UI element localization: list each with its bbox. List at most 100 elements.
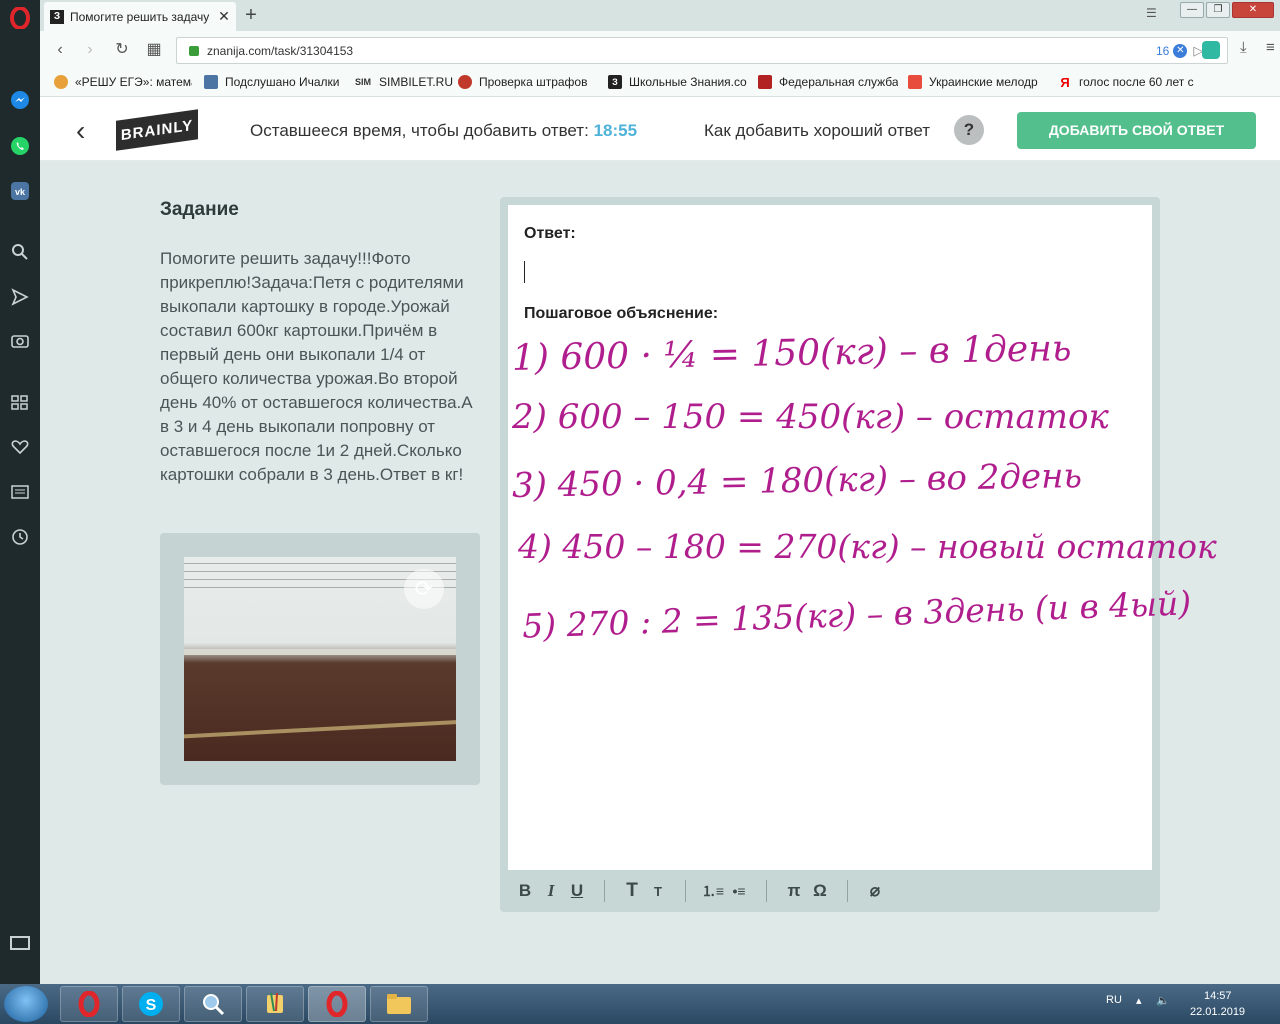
url-text: znanija.com/task/31304153 xyxy=(207,43,354,58)
answer-label: Ответ: xyxy=(524,225,576,242)
how-to-answer-link[interactable]: Как добавить хороший ответ xyxy=(704,121,930,141)
vpn-icon[interactable] xyxy=(1202,41,1220,59)
solution-step-5: 5) 270 : 2 = 135(кг) – в 3день (и в 4ый) xyxy=(521,583,1192,646)
language-indicator[interactable]: RU xyxy=(1106,994,1122,1006)
reload-icon[interactable]: ↻ xyxy=(112,40,132,60)
pi-symbol-button[interactable]: π xyxy=(781,878,807,904)
maximize-button[interactable]: ❐ xyxy=(1206,2,1230,18)
answer-editor[interactable]: Ответ: Пошаговое объяснение: 1) 600 · ¼ … xyxy=(508,205,1217,870)
heart-icon[interactable] xyxy=(8,435,32,459)
download-icon[interactable]: ⤓ xyxy=(1240,39,1247,56)
photo-rod xyxy=(184,718,456,740)
camera-icon[interactable] xyxy=(8,329,32,353)
bookmark-label: SIMBILET.RU xyxy=(379,75,454,89)
opera-logo-icon[interactable] xyxy=(8,6,32,30)
adblock-count: 16 xyxy=(1155,43,1170,58)
whatsapp-icon[interactable] xyxy=(8,134,32,158)
adblock-icon[interactable]: ✕ xyxy=(1173,43,1188,58)
bookmark-item[interactable]: «РЕШУ ЕГЭ»: матема xyxy=(54,75,192,89)
bullet-list-button[interactable]: •≡ xyxy=(726,878,752,904)
minimize-button[interactable]: — xyxy=(1180,2,1204,18)
answer-editor-frame: Ответ: Пошаговое объяснение: 1) 600 · ¼ … xyxy=(500,197,1217,912)
sidebar-toggle-icon[interactable] xyxy=(10,936,30,950)
bold-button[interactable]: B xyxy=(512,878,538,904)
bookmark-item[interactable]: З Школьные Знания.co xyxy=(608,75,748,89)
bookmark-item[interactable]: SIM SIMBILET.RU xyxy=(354,75,454,89)
url-field[interactable]: znanija.com/task/31304153 16 ✕ ▷ ♡ xyxy=(176,37,1228,64)
close-tab-icon[interactable]: ✕ xyxy=(216,8,232,25)
send-icon[interactable] xyxy=(8,285,32,309)
volume-icon[interactable]: 🔈 xyxy=(1156,994,1170,1007)
photo-paper-edge xyxy=(184,649,456,655)
start-button[interactable] xyxy=(4,986,48,1022)
bookmark-label: Подслушано Ичалки xyxy=(225,75,340,89)
editor-toolbar: B I U T T ⒈≡ •≡ π Ω ⌀ xyxy=(500,870,1160,912)
search-icon[interactable] xyxy=(8,240,32,264)
news-icon[interactable] xyxy=(8,480,32,504)
bookmark-item[interactable]: Проверка штрафов xyxy=(458,75,598,89)
reshu-ege-icon xyxy=(54,75,68,89)
forward-icon[interactable]: › xyxy=(80,40,100,60)
help-question-icon[interactable]: ? xyxy=(954,115,984,145)
omega-symbol-button[interactable]: Ω xyxy=(807,878,833,904)
numbered-list-button[interactable]: ⒈≡ xyxy=(700,878,726,904)
clock-date[interactable]: 22.01.2019 xyxy=(1190,1006,1245,1018)
opera-active-taskbar-icon[interactable] xyxy=(308,986,366,1022)
clock-time[interactable]: 14:57 xyxy=(1204,990,1232,1002)
vk-icon xyxy=(204,75,218,89)
large-text-button[interactable]: T xyxy=(619,878,645,904)
task-heading: Задание xyxy=(160,199,239,220)
close-window-button[interactable]: ✕ xyxy=(1232,2,1274,18)
bookmarks-bar: «РЕШУ ЕГЭ»: матема Подслушано Ичалки SIM… xyxy=(40,69,1280,97)
solution-step-1: 1) 600 · ¼ = 150(кг) – в 1день xyxy=(511,328,1072,379)
remaining-time: Оставшееся время, чтобы добавить ответ: … xyxy=(250,121,637,141)
search-magnifier-taskbar-icon[interactable] xyxy=(184,986,242,1022)
address-bar: ‹ › ↻ ▦ znanija.com/task/31304153 16 ✕ ▷… xyxy=(40,31,1280,69)
bookmark-item[interactable]: Федеральная служба xyxy=(758,75,898,89)
small-text-button[interactable]: T xyxy=(645,878,671,904)
folder-taskbar-icon[interactable] xyxy=(370,986,428,1022)
opera-taskbar-icon[interactable] xyxy=(60,986,118,1022)
photo-text-line xyxy=(184,563,456,564)
opera-sidebar: vk xyxy=(0,0,40,984)
bookmark-item[interactable]: Подслушано Ичалки xyxy=(204,75,344,89)
toolbar-separator xyxy=(847,880,848,902)
underline-button[interactable]: U xyxy=(564,878,590,904)
bookmark-label: Федеральная служба xyxy=(779,75,898,89)
bookmark-item[interactable]: Яголос после 60 лет с xyxy=(1058,75,1198,89)
tab-title: Помогите решить задачу xyxy=(70,9,210,24)
skype-taskbar-icon[interactable]: S xyxy=(122,986,180,1022)
tray-arrow-icon[interactable]: ▴ xyxy=(1136,994,1142,1007)
messenger-icon[interactable] xyxy=(8,88,32,112)
vk-icon[interactable]: vk xyxy=(8,179,32,203)
speed-dial-icon[interactable] xyxy=(8,390,32,414)
history-clock-icon[interactable] xyxy=(8,525,32,549)
back-chevron-icon[interactable]: ‹ xyxy=(76,115,85,147)
timer-value: 18:55 xyxy=(593,121,638,140)
svg-text:vk: vk xyxy=(15,187,26,197)
bookmark-label: Проверка штрафов xyxy=(479,75,588,89)
text-cursor xyxy=(524,261,525,283)
simbilet-icon: SIM xyxy=(354,77,371,87)
paint-taskbar-icon[interactable] xyxy=(246,986,304,1022)
lock-icon xyxy=(189,45,199,56)
add-answer-button[interactable]: ДОБАВИТЬ СВОЙ ОТВЕТ xyxy=(1017,112,1256,149)
explanation-label: Пошаговое объяснение: xyxy=(524,305,719,322)
bookmark-label: голос после 60 лет с xyxy=(1079,75,1194,89)
rotate-icon[interactable]: ⟳ xyxy=(404,569,444,609)
brainly-header: ‹ BRAINLY Оставшееся время, чтобы добави… xyxy=(40,97,1280,161)
tab-menu-icon[interactable]: ☰ xyxy=(1146,6,1162,22)
attachment-photo[interactable]: ⟳ xyxy=(184,557,456,761)
brainly-logo[interactable]: BRAINLY xyxy=(116,109,198,151)
settings-icon[interactable]: ≡ xyxy=(1266,39,1275,56)
solution-step-4: 4) 450 – 180 = 270(кг) – новый остаток xyxy=(518,527,1217,566)
back-icon[interactable]: ‹ xyxy=(50,40,70,60)
tabs-grid-icon[interactable]: ▦ xyxy=(144,40,164,60)
italic-button[interactable]: I xyxy=(538,878,564,904)
bookmark-item[interactable]: Украинские мелодр xyxy=(908,75,1048,89)
new-tab-button[interactable]: + xyxy=(240,4,262,26)
main-content: Задание Помогите решить задачу!!!Фото пр… xyxy=(40,161,1280,984)
windows-taskbar: S RU ▴ 🔈 14:57 22.01.2019 xyxy=(0,984,1280,1024)
active-tab[interactable]: З Помогите решить задачу ✕ xyxy=(44,2,236,31)
attach-paperclip-icon[interactable]: ⌀ xyxy=(862,878,888,904)
